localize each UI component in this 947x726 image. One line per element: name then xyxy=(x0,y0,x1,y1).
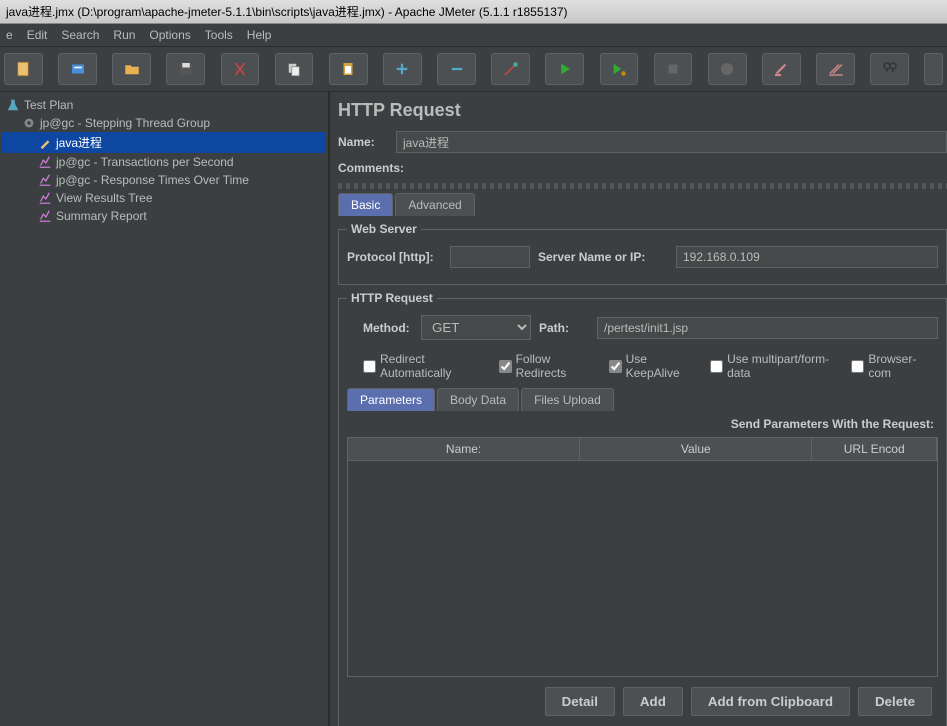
detail-button[interactable]: Detail xyxy=(545,687,615,716)
clear-button[interactable] xyxy=(762,53,801,85)
redirect-auto-checkbox[interactable]: Redirect Automatically xyxy=(363,352,479,380)
http-request-fieldset: HTTP Request Method: GET Path: Redirect … xyxy=(338,291,947,726)
collapse-button[interactable] xyxy=(437,53,476,85)
delete-button[interactable]: Delete xyxy=(858,687,932,716)
path-input[interactable] xyxy=(597,317,938,339)
follow-redirects-checkbox[interactable]: Follow Redirects xyxy=(499,352,589,380)
editor-panel: HTTP Request Name: Comments: Basic Advan… xyxy=(330,92,947,726)
tab-files-upload[interactable]: Files Upload xyxy=(521,388,614,411)
copy-button[interactable] xyxy=(275,53,314,85)
http-request-legend: HTTP Request xyxy=(347,291,437,305)
tree-item-http-request[interactable]: java进程 xyxy=(2,132,326,153)
test-plan-tree[interactable]: Test Plan jp@gc - Stepping Thread Group … xyxy=(0,92,330,726)
expand-button[interactable] xyxy=(383,53,422,85)
tab-body-data[interactable]: Body Data xyxy=(437,388,519,411)
tree-label: jp@gc - Transactions per Second xyxy=(56,155,234,169)
search-button[interactable] xyxy=(870,53,909,85)
tree-item-response-times[interactable]: jp@gc - Response Times Over Time xyxy=(2,171,326,189)
multipart-checkbox[interactable]: Use multipart/form-data xyxy=(710,352,831,380)
open-button[interactable] xyxy=(112,53,151,85)
save-button[interactable] xyxy=(166,53,205,85)
paste-button[interactable] xyxy=(329,53,368,85)
toolbar xyxy=(0,47,947,92)
shutdown-button[interactable] xyxy=(708,53,747,85)
panel-title: HTTP Request xyxy=(338,100,947,121)
method-label: Method: xyxy=(363,321,413,335)
parameters-table[interactable]: Name: Value URL Encod xyxy=(347,437,938,677)
chart-icon xyxy=(38,209,52,223)
col-encode[interactable]: URL Encod xyxy=(812,438,937,460)
cut-button[interactable] xyxy=(221,53,260,85)
flask-icon xyxy=(6,98,20,112)
col-name[interactable]: Name: xyxy=(348,438,580,460)
tree-item-tps[interactable]: jp@gc - Transactions per Second xyxy=(2,153,326,171)
toggle-button[interactable] xyxy=(491,53,530,85)
tree-label: Summary Report xyxy=(56,209,147,223)
pipette-icon xyxy=(38,136,52,150)
tab-parameters[interactable]: Parameters xyxy=(347,388,435,411)
tree-item-results-tree[interactable]: View Results Tree xyxy=(2,189,326,207)
path-label: Path: xyxy=(539,321,589,335)
add-button[interactable]: Add xyxy=(623,687,683,716)
menu-options[interactable]: Options xyxy=(149,28,190,42)
chart-icon xyxy=(38,173,52,187)
chart-icon xyxy=(38,155,52,169)
protocol-label: Protocol [http]: xyxy=(347,250,442,264)
menu-tools[interactable]: Tools xyxy=(205,28,233,42)
web-server-legend: Web Server xyxy=(347,222,421,236)
web-server-fieldset: Web Server Protocol [http]: Server Name … xyxy=(338,222,947,285)
start-button[interactable] xyxy=(545,53,584,85)
menu-run[interactable]: Run xyxy=(113,28,135,42)
tree-label: Test Plan xyxy=(24,98,73,112)
tree-label: View Results Tree xyxy=(56,191,153,205)
name-label: Name: xyxy=(338,135,388,149)
stop-button[interactable] xyxy=(654,53,693,85)
server-input[interactable] xyxy=(676,246,938,268)
col-value[interactable]: Value xyxy=(580,438,812,460)
tree-item-summary-report[interactable]: Summary Report xyxy=(2,207,326,225)
menu-help[interactable]: Help xyxy=(247,28,272,42)
param-header-label: Send Parameters With the Request: xyxy=(347,411,938,437)
config-tabs: Basic Advanced xyxy=(338,193,947,216)
reset-search-button[interactable] xyxy=(924,53,943,85)
tree-label: jp@gc - Stepping Thread Group xyxy=(40,116,210,130)
comments-label: Comments: xyxy=(338,161,404,175)
menu-edit[interactable]: Edit xyxy=(27,28,48,42)
protocol-input[interactable] xyxy=(450,246,530,268)
menu-bar: e Edit Search Run Options Tools Help xyxy=(0,24,947,47)
tab-basic[interactable]: Basic xyxy=(338,193,393,216)
gear-icon xyxy=(22,116,36,130)
browser-compat-checkbox[interactable]: Browser-com xyxy=(851,352,926,380)
tree-item-thread-group[interactable]: jp@gc - Stepping Thread Group xyxy=(2,114,326,132)
name-input[interactable] xyxy=(396,131,947,153)
method-select[interactable]: GET xyxy=(421,315,531,340)
chart-icon xyxy=(38,191,52,205)
param-tabs: Parameters Body Data Files Upload xyxy=(347,388,938,411)
tab-advanced[interactable]: Advanced xyxy=(395,193,474,216)
tree-label: java进程 xyxy=(56,134,102,151)
tree-label: jp@gc - Response Times Over Time xyxy=(56,173,249,187)
menu-search[interactable]: Search xyxy=(61,28,99,42)
tree-item-test-plan[interactable]: Test Plan xyxy=(2,96,326,114)
start-no-pause-button[interactable] xyxy=(600,53,639,85)
add-from-clipboard-button[interactable]: Add from Clipboard xyxy=(691,687,850,716)
new-file-button[interactable] xyxy=(4,53,43,85)
window-titlebar: java进程.jmx (D:\program\apache-jmeter-5.1… xyxy=(0,0,947,24)
collapse-grip[interactable] xyxy=(338,183,947,189)
templates-button[interactable] xyxy=(58,53,97,85)
keepalive-checkbox[interactable]: Use KeepAlive xyxy=(609,352,691,380)
server-label: Server Name or IP: xyxy=(538,250,668,264)
clear-all-button[interactable] xyxy=(816,53,855,85)
menu-file[interactable]: e xyxy=(6,28,13,42)
param-button-row: Detail Add Add from Clipboard Delete xyxy=(347,677,938,726)
